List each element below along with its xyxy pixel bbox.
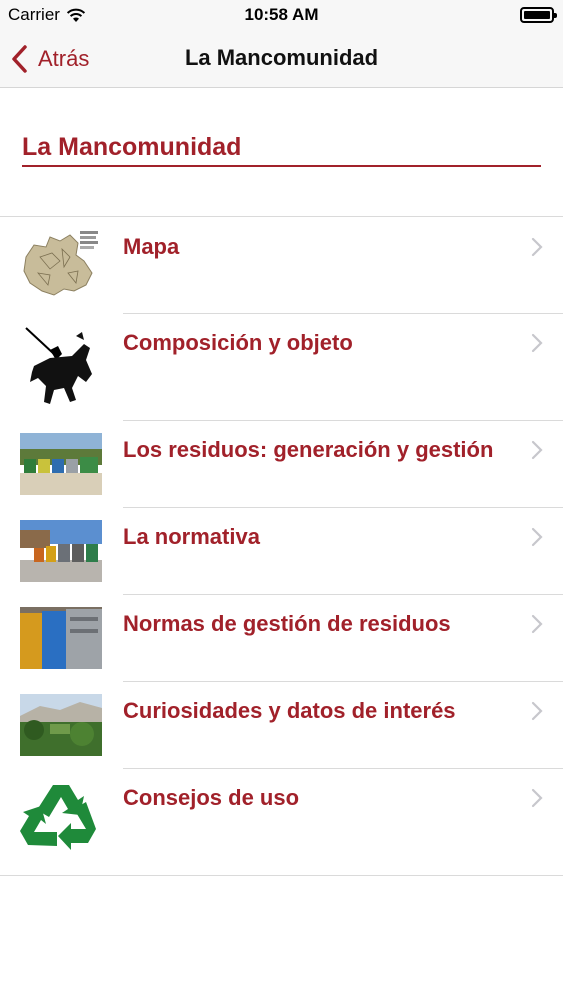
- list-bottom-border: [0, 875, 563, 876]
- battery-icon: [520, 7, 557, 23]
- recycle-icon: [20, 779, 102, 861]
- list-item-curiosidades[interactable]: Curiosidades y datos de interés: [0, 682, 563, 769]
- list-item-mapa[interactable]: Mapa: [0, 217, 563, 314]
- list-item-label: Composición y objeto: [123, 330, 353, 355]
- status-bar: Carrier 10:58 AM: [0, 0, 563, 30]
- nav-title: La Mancomunidad: [184, 45, 379, 70]
- list-item-consejos[interactable]: Consejos de uso: [0, 769, 563, 875]
- chevron-right-icon: [531, 527, 543, 547]
- chevron-right-icon: [531, 237, 543, 257]
- containers-photo-icon: [20, 433, 102, 495]
- list-item-residuos[interactable]: Los residuos: generación y gestión: [0, 421, 563, 508]
- chevron-right-icon: [531, 333, 543, 353]
- chevron-right-icon: [531, 614, 543, 634]
- chevron-right-icon: [531, 788, 543, 808]
- list-item-label: Los residuos: generación y gestión: [123, 437, 494, 462]
- list-item-composicion[interactable]: Composición y objeto: [0, 314, 563, 421]
- section-title: La Mancomunidad: [22, 133, 242, 161]
- landscape-photo-icon: [20, 694, 102, 756]
- list-item-label: Normas de gestión de residuos: [123, 611, 451, 636]
- map-thumbnail-icon: [20, 227, 102, 299]
- chevron-right-icon: [531, 701, 543, 721]
- knight-silhouette-icon: [20, 324, 102, 408]
- street-containers-photo-icon: [20, 520, 102, 582]
- list-item-label: Consejos de uso: [123, 785, 300, 810]
- list-item-normas[interactable]: Normas de gestión de residuos: [0, 595, 563, 682]
- list-item-label: Mapa: [123, 234, 180, 259]
- bins-photo-icon: [20, 607, 102, 669]
- section-header: La Mancomunidad: [22, 133, 541, 167]
- list-item-label: Curiosidades y datos de interés: [123, 698, 456, 723]
- navigation-bar: Atrás La Mancomunidad: [0, 30, 563, 88]
- list-item-label: La normativa: [123, 524, 260, 549]
- menu-list: Mapa Composición y objeto Los residuos: …: [0, 216, 563, 875]
- section-underline: [22, 165, 541, 167]
- status-time: 10:58 AM: [244, 5, 319, 24]
- chevron-right-icon: [531, 440, 543, 460]
- list-item-normativa[interactable]: La normativa: [0, 508, 563, 595]
